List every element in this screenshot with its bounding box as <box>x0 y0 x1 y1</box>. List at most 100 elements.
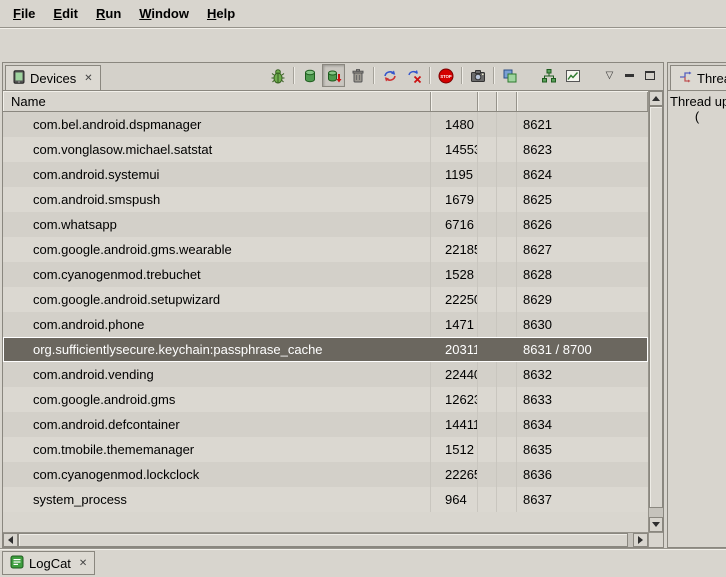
horizontal-scrollbar[interactable] <box>3 532 648 547</box>
device-icon <box>13 70 25 87</box>
device-row[interactable]: com.vonglasow.michael.satstat145538623 <box>3 137 648 162</box>
process-port: 8627 <box>517 237 648 262</box>
view-menu-icon[interactable]: ▽ <box>600 66 619 85</box>
minimize-icon[interactable] <box>620 66 639 85</box>
device-row[interactable]: com.android.defcontainer144118634 <box>3 412 648 437</box>
vertical-scrollbar[interactable] <box>648 91 663 532</box>
device-row[interactable]: com.google.android.gms.wearable221858627 <box>3 237 648 262</box>
column-header-1[interactable] <box>478 91 497 111</box>
process-col-1 <box>478 162 497 187</box>
process-col-2 <box>497 187 517 212</box>
update-threads-icon[interactable] <box>378 64 401 87</box>
process-pid: 22185 <box>431 237 478 262</box>
column-header-name[interactable]: Name <box>3 91 431 111</box>
scroll-right-button[interactable] <box>633 533 648 547</box>
process-col-1 <box>478 462 497 487</box>
scroll-up-button[interactable] <box>649 91 663 106</box>
start-method-profiling-icon[interactable] <box>402 64 425 87</box>
stop-process-icon[interactable]: STOP <box>434 64 457 87</box>
scrollbar-corner <box>648 532 663 547</box>
column-header-2[interactable] <box>497 91 517 111</box>
bottom-tabbar: LogCat ✕ <box>0 548 726 577</box>
device-row[interactable]: com.tmobile.thememanager15128635 <box>3 437 648 462</box>
toolbar-separator <box>461 67 462 84</box>
device-row[interactable]: com.android.vending224408632 <box>3 362 648 387</box>
device-row[interactable]: com.android.systemui11958624 <box>3 162 648 187</box>
toolbar-separator <box>373 67 374 84</box>
arrow-up-icon <box>652 96 660 101</box>
sysinfo-chart-icon[interactable] <box>561 64 584 87</box>
process-col-2 <box>497 112 517 137</box>
device-row[interactable]: org.sufficientlysecure.keychain:passphra… <box>3 337 648 362</box>
device-row[interactable]: com.bel.android.dspmanager14808621 <box>3 112 648 137</box>
process-col-2 <box>497 362 517 387</box>
process-name: com.google.android.gms <box>3 387 431 412</box>
process-col-2 <box>497 262 517 287</box>
process-col-1 <box>478 187 497 212</box>
device-row[interactable]: com.cyanogenmod.trebuchet15288628 <box>3 262 648 287</box>
cause-gc-icon[interactable] <box>346 64 369 87</box>
threads-icon <box>678 70 692 87</box>
update-heap-icon[interactable] <box>298 64 321 87</box>
tab-threads[interactable]: Threads <box>670 65 726 91</box>
process-col-2 <box>497 412 517 437</box>
device-row[interactable]: com.cyanogenmod.lockclock222658636 <box>3 462 648 487</box>
toolbar-separator <box>429 67 430 84</box>
process-col-1 <box>478 262 497 287</box>
process-pid: 12623 <box>431 387 478 412</box>
process-col-2 <box>497 487 517 512</box>
horizontal-scroll-thumb[interactable] <box>18 533 628 547</box>
debug-process-icon[interactable] <box>266 64 289 87</box>
threads-view: Threads Thread up ( <box>667 62 726 548</box>
process-pid: 964 <box>431 487 478 512</box>
process-pid: 14411 <box>431 412 478 437</box>
device-row[interactable]: system_process9648637 <box>3 487 648 512</box>
process-col-1 <box>478 487 497 512</box>
scroll-down-button[interactable] <box>649 517 663 532</box>
logcat-icon <box>10 555 24 572</box>
column-header-name-label: Name <box>11 94 46 109</box>
hierarchy-view-icon[interactable] <box>537 64 560 87</box>
process-col-1 <box>478 337 497 362</box>
tab-devices[interactable]: Devices ✕ <box>5 65 101 91</box>
process-pid: 1512 <box>431 437 478 462</box>
menu-window[interactable]: Window <box>130 2 198 25</box>
toolbar-separator <box>493 67 494 84</box>
menu-file[interactable]: File <box>4 2 44 25</box>
menu-run[interactable]: Run <box>87 2 130 25</box>
process-pid: 1471 <box>431 312 478 337</box>
process-port: 8637 <box>517 487 648 512</box>
table-body: com.bel.android.dspmanager14808621com.vo… <box>3 112 648 532</box>
device-row[interactable]: com.android.smspush16798625 <box>3 187 648 212</box>
device-row[interactable]: com.google.android.gms126238633 <box>3 387 648 412</box>
vertical-scroll-thumb[interactable] <box>649 106 663 508</box>
process-col-1 <box>478 437 497 462</box>
menubar: FileEditRunWindowHelp <box>0 0 726 27</box>
process-col-1 <box>478 362 497 387</box>
process-pid: 22440 <box>431 362 478 387</box>
scroll-left-button[interactable] <box>3 533 18 547</box>
screen-capture-icon[interactable] <box>466 64 489 87</box>
process-name: com.android.defcontainer <box>3 412 431 437</box>
tab-logcat[interactable]: LogCat ✕ <box>2 551 95 575</box>
process-col-1 <box>478 212 497 237</box>
process-name: com.cyanogenmod.trebuchet <box>3 262 431 287</box>
close-icon[interactable]: ✕ <box>84 73 92 84</box>
close-icon[interactable]: ✕ <box>79 558 87 569</box>
menu-help[interactable]: Help <box>198 2 244 25</box>
process-port: 8625 <box>517 187 648 212</box>
process-name: com.android.systemui <box>3 162 431 187</box>
capture-system-info-icon[interactable] <box>498 64 521 87</box>
device-row[interactable]: com.whatsapp67168626 <box>3 212 648 237</box>
devices-toolbar: STOP <box>266 64 663 87</box>
process-port: 8635 <box>517 437 648 462</box>
column-header-port[interactable] <box>517 91 648 111</box>
devices-view: Devices ✕ <box>2 62 664 548</box>
dump-hprof-icon[interactable] <box>322 64 345 87</box>
device-row[interactable]: com.google.android.setupwizard222508629 <box>3 287 648 312</box>
menu-edit[interactable]: Edit <box>44 2 87 25</box>
process-col-1 <box>478 137 497 162</box>
column-header-pid[interactable] <box>431 91 478 111</box>
maximize-icon[interactable] <box>640 66 659 85</box>
device-row[interactable]: com.android.phone14718630 <box>3 312 648 337</box>
